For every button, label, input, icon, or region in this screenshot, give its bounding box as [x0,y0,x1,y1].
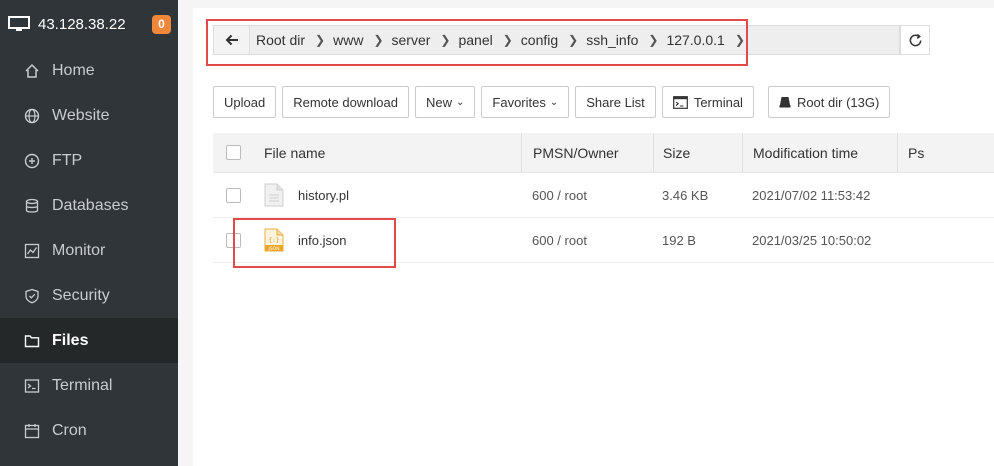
sidebar-item-label: Databases [52,196,129,214]
new-dropdown-button[interactable]: New ⌄ [415,86,476,118]
upload-button[interactable]: Upload [213,86,277,118]
size-cell: 192 B [662,232,696,248]
database-icon [24,198,40,214]
file-icon [264,183,284,207]
permission-cell[interactable]: 600 / root [521,173,653,217]
monitor-chart-icon [24,243,40,259]
path-highlight-box [206,19,748,66]
ftp-icon [24,153,40,169]
mtime-cell: 2021/03/25 10:50:02 [752,232,872,248]
sidebar-item-monitor[interactable]: Monitor [0,228,178,273]
sidebar-item-terminal[interactable]: Terminal [0,363,178,408]
permission-cell[interactable]: 600 / root [521,218,653,262]
file-manager-panel: Root dir ❯ www ❯ server ❯ panel ❯ config ❯ ss… [193,8,994,466]
notification-badge[interactable]: 0 [152,14,171,34]
globe-icon [24,108,40,124]
favorites-dropdown-button[interactable]: Favorites ⌄ [481,86,570,118]
column-header-perm[interactable]: PMSN/Owner [521,133,653,172]
ps-cell[interactable] [897,173,994,217]
sidebar-item-ftp[interactable]: FTP [0,138,178,183]
file-name-cell[interactable]: history.pl [253,173,521,217]
sidebar-item-label: Terminal [52,376,113,394]
sidebar-item-label: Monitor [52,241,106,259]
server-ip: 43.128.38.22 [38,15,126,33]
table-header: File name PMSN/Owner Size Modification t… [213,133,994,173]
sidebar-item-label: Security [52,286,110,304]
share-list-button[interactable]: Share List [575,86,656,118]
terminal-icon [24,378,40,394]
server-header: 43.128.38.22 0 [0,0,178,48]
sidebar-item-label: Website [52,106,110,124]
column-header-mtime[interactable]: Modification time [742,133,897,172]
select-all-cell [213,133,253,172]
mtime-cell: 2021/07/02 11:53:42 [752,187,871,203]
sidebar-item-files[interactable]: Files [0,318,178,363]
sidebar-item-label: Cron [52,421,87,439]
size-cell: 3.46 KB [662,187,709,203]
sidebar-item-databases[interactable]: Databases [0,183,178,228]
home-icon [24,63,40,79]
terminal-icon [672,95,688,109]
sidebar-item-website[interactable]: Website [0,93,178,138]
refresh-icon [909,33,921,46]
disk-icon [779,97,791,108]
chevron-down-icon: ⌄ [549,96,559,108]
sidebar-item-label: Files [52,331,89,349]
toolbar: Upload Remote download New ⌄ Favorites ⌄ S… [213,86,896,118]
refresh-button[interactable] [900,25,930,55]
column-header-ps[interactable]: Ps [897,133,994,172]
file-highlight-box [233,218,396,268]
sidebar-item-cron[interactable]: Cron [0,408,178,453]
sidebar-item-label: FTP [52,151,83,169]
terminal-button[interactable]: Terminal [661,86,754,118]
table-row[interactable]: history.pl 600 / root 3.46 KB 2021/07/02… [213,173,994,218]
calendar-icon [24,423,40,439]
root-dir-button[interactable]: Root dir (13G) [767,86,891,118]
column-header-name[interactable]: File name [253,133,521,172]
server-monitor-icon [8,16,30,31]
chevron-down-icon: ⌄ [456,96,465,108]
select-all-checkbox[interactable] [225,145,241,160]
row-checkbox-cell [213,173,253,217]
sidebar-item-security[interactable]: Security [0,273,178,318]
row-checkbox[interactable] [225,187,241,203]
shield-icon [24,288,40,304]
sidebar: 43.128.38.22 0 Home Website FTP Database… [0,0,178,466]
ps-cell[interactable] [897,218,994,262]
folder-icon [24,333,40,349]
sidebar-item-home[interactable]: Home [0,48,178,93]
remote-download-button[interactable]: Remote download [282,86,409,118]
sidebar-item-label: Home [52,61,95,79]
column-header-size[interactable]: Size [653,133,742,172]
